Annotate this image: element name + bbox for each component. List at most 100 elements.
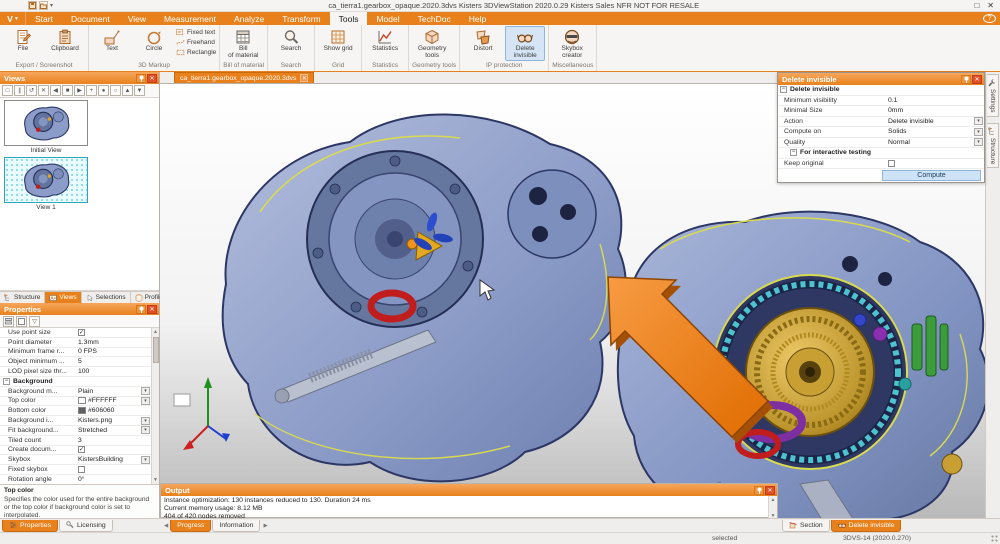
output-log[interactable]: ▲ ▼ Instance optimization: 130 instances…: [161, 496, 777, 520]
filter-icon[interactable]: ▽: [29, 316, 40, 327]
ribbon-tab-measurement[interactable]: Measurement: [155, 12, 225, 25]
next-icon[interactable]: ▶: [74, 85, 85, 96]
tab-scroll-left-icon[interactable]: ◀: [162, 523, 170, 529]
ribbon-button-fixed-text[interactable]: Fixed text: [176, 28, 216, 37]
autohide-tab-settings[interactable]: Settings: [987, 74, 999, 117]
ribbon-button-show-grid[interactable]: Show grid: [318, 26, 358, 54]
ribbon-button-statistics[interactable]: Statistics: [365, 26, 405, 54]
ribbon-tab-tools[interactable]: Tools: [330, 12, 368, 25]
expander-icon[interactable]: −: [790, 149, 797, 156]
close-document-icon[interactable]: ✕: [300, 74, 308, 82]
ribbon-button-bill-of-material[interactable]: Bill of material: [223, 26, 263, 61]
bottom-tab-delete-invisible[interactable]: Delete invisible: [831, 520, 902, 532]
checkbox-icon[interactable]: [78, 466, 85, 473]
property-row-lod-pixel-size-thr[interactable]: LOD pixel size thr...100: [0, 367, 159, 377]
dropdown-icon[interactable]: ▾: [141, 426, 150, 434]
document-tab[interactable]: ca_tierra1.gearbox_opaque.2020.3dvs ✕: [174, 72, 314, 83]
property-row-top-color[interactable]: Top color#FFFFFF▾: [0, 397, 159, 407]
expander-icon[interactable]: −: [3, 378, 10, 385]
ribbon-button-delete-invisible[interactable]: Delete invisible: [505, 26, 545, 61]
empty-icon[interactable]: ○: [110, 85, 121, 96]
output-scrollbar[interactable]: ▲ ▼: [768, 496, 777, 520]
property-row-use-point-size[interactable]: Use point size✓: [0, 328, 159, 338]
dropdown-icon[interactable]: ▾: [141, 417, 150, 425]
ribbon-tab-transform[interactable]: Transform: [273, 12, 329, 25]
open-icon[interactable]: [39, 1, 48, 10]
save-icon[interactable]: [28, 1, 37, 10]
delete-invisible-row-for-interactive-testing[interactable]: −For interactive testing: [778, 148, 984, 159]
ribbon-tab-model[interactable]: Model: [367, 12, 408, 25]
property-row-fixed-skybox[interactable]: Fixed skybox: [0, 465, 159, 475]
property-grid-scrollbar[interactable]: ▲ ▼: [151, 328, 159, 484]
close-icon[interactable]: ✕: [147, 74, 157, 83]
categorize-icon[interactable]: [3, 316, 14, 327]
ribbon-tab-view[interactable]: View: [119, 12, 155, 25]
property-row-rotation-angle[interactable]: Rotation angle0°: [0, 475, 159, 485]
ribbon-tab-analyze[interactable]: Analyze: [225, 12, 273, 25]
property-value[interactable]: Stretched: [78, 427, 141, 434]
dropdown-icon[interactable]: ▾: [974, 128, 983, 136]
property-value[interactable]: 0°: [78, 476, 159, 483]
ribbon-button-circle[interactable]: Circle: [134, 26, 174, 54]
delete-invisible-row-keep-original[interactable]: Keep original: [778, 159, 984, 170]
dropdown-icon[interactable]: ▾: [141, 387, 150, 395]
delete-invisible-row-delete-invisible[interactable]: −Delete invisible: [778, 85, 984, 96]
row-value[interactable]: Delete invisible: [888, 118, 974, 125]
application-menu-button[interactable]: V▾: [0, 12, 26, 25]
tab-views[interactable]: Views: [45, 292, 81, 303]
camera-icon[interactable]: □: [2, 85, 13, 96]
property-value[interactable]: ✓: [78, 329, 159, 336]
property-value[interactable]: 1.3mm: [78, 339, 159, 346]
dropdown-icon[interactable]: ▾: [974, 117, 983, 125]
property-value[interactable]: 5: [78, 358, 159, 365]
property-row-skybox[interactable]: SkyboxKistersBuilding▾: [0, 455, 159, 465]
checkbox-icon[interactable]: ✓: [78, 446, 85, 453]
property-value[interactable]: 3: [78, 437, 159, 444]
pin-icon[interactable]: [136, 74, 146, 83]
property-row-bottom-color[interactable]: Bottom color#606060: [0, 406, 159, 416]
bottom-tab-progress[interactable]: Progress: [170, 520, 211, 532]
ribbon-button-search[interactable]: Search: [271, 26, 311, 54]
row-value[interactable]: Normal: [888, 139, 974, 146]
bottom-tab-licensing[interactable]: Licensing: [59, 520, 113, 532]
help-icon[interactable]: ?: [983, 14, 996, 23]
maximize-button[interactable]: □: [974, 1, 979, 10]
stop-icon[interactable]: ■: [62, 85, 73, 96]
ribbon-tab-help[interactable]: Help: [460, 12, 495, 25]
ribbon-tab-techdoc[interactable]: TechDoc: [409, 12, 460, 25]
row-value[interactable]: [888, 160, 984, 167]
property-row-background-i[interactable]: Background i...Kisters.png▾: [0, 416, 159, 426]
property-value[interactable]: KistersBuilding: [78, 456, 141, 463]
ribbon-tab-start[interactable]: Start: [26, 12, 62, 25]
property-row-tiled-count[interactable]: Tiled count3: [0, 436, 159, 446]
row-value[interactable]: 0.1: [888, 97, 984, 104]
close-icon[interactable]: ✕: [147, 305, 157, 314]
scroll-up-icon[interactable]: ▲: [771, 496, 776, 504]
property-row-minimum-frame-r[interactable]: Minimum frame r...0 FPS: [0, 348, 159, 358]
tab-scroll-right-icon[interactable]: ▶: [261, 523, 269, 529]
scroll-down-icon[interactable]: ▼: [152, 476, 159, 484]
property-row-background[interactable]: −Background: [0, 377, 159, 387]
autohide-tab-structure[interactable]: Structure: [987, 123, 999, 168]
close-icon[interactable]: ✕: [972, 75, 982, 84]
delete-invisible-row-action[interactable]: ActionDelete invisible▾: [778, 117, 984, 128]
add-icon[interactable]: +: [86, 85, 97, 96]
delete-invisible-row-compute-on[interactable]: Compute onSolids▾: [778, 127, 984, 138]
close-icon[interactable]: ✕: [765, 486, 775, 495]
resize-grip[interactable]: [991, 535, 999, 543]
refresh-icon[interactable]: ↺: [26, 85, 37, 96]
alphabetical-icon[interactable]: [16, 316, 27, 327]
property-value[interactable]: 100: [78, 368, 159, 375]
property-value[interactable]: #606060: [78, 407, 159, 414]
ribbon-button-clipboard[interactable]: Clipboard: [45, 26, 85, 54]
property-value[interactable]: ✓: [78, 446, 159, 453]
bottom-tab-section[interactable]: Section: [782, 520, 830, 532]
delete-invisible-row-minimal-size[interactable]: Minimal Size0mm: [778, 106, 984, 117]
property-value[interactable]: #FFFFFF: [78, 397, 141, 404]
property-row-create-docum[interactable]: Create docum...✓: [0, 446, 159, 456]
scroll-up-icon[interactable]: ▲: [152, 328, 159, 336]
gearbox-housing-left[interactable]: [223, 114, 626, 481]
dropdown-icon[interactable]: ▾: [141, 397, 150, 405]
row-value[interactable]: Solids: [888, 128, 974, 135]
ribbon-button-distort[interactable]: Distort: [463, 26, 503, 54]
